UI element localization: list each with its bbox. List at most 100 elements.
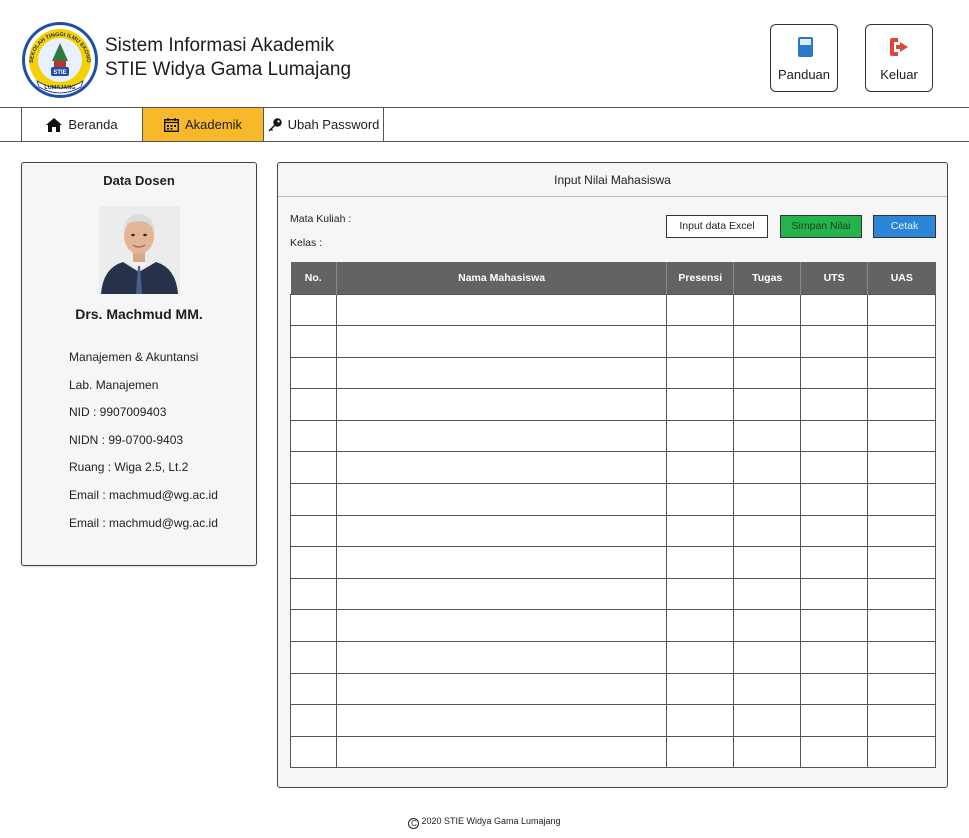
cell-presensi[interactable] — [666, 514, 735, 548]
cell-uas[interactable] — [867, 388, 936, 421]
nav-akademik[interactable]: Akademik — [143, 108, 264, 141]
cell-nama[interactable] — [335, 609, 668, 643]
cell-tugas[interactable] — [733, 735, 802, 769]
cell-no — [290, 325, 337, 358]
table-row — [290, 641, 936, 674]
cell-tugas[interactable] — [733, 609, 802, 643]
cell-nama[interactable] — [335, 577, 668, 611]
cell-nama[interactable] — [335, 704, 668, 737]
panduan-button[interactable]: Panduan — [770, 24, 838, 92]
cell-uts[interactable] — [800, 672, 869, 706]
cell-uas[interactable] — [867, 546, 936, 579]
cell-uas[interactable] — [867, 735, 936, 769]
cetak-button[interactable]: Cetak — [873, 215, 936, 238]
cell-uts[interactable] — [800, 577, 869, 611]
simpan-nilai-button[interactable]: Simpan Nilai — [780, 215, 862, 238]
cell-nama[interactable] — [335, 735, 668, 769]
calendar-icon — [163, 117, 179, 132]
cell-uts[interactable] — [800, 293, 869, 327]
cell-uts[interactable] — [800, 388, 869, 421]
cell-uas[interactable] — [867, 293, 936, 327]
cell-tugas[interactable] — [733, 641, 802, 674]
cell-uas[interactable] — [867, 419, 936, 453]
cell-tugas[interactable] — [733, 672, 802, 706]
cell-nama[interactable] — [335, 672, 668, 706]
cell-presensi[interactable] — [666, 451, 735, 485]
cell-uts[interactable] — [800, 356, 869, 390]
cell-nama[interactable] — [335, 419, 668, 453]
cell-nama[interactable] — [335, 325, 668, 358]
table-row — [290, 419, 936, 453]
cell-nama[interactable] — [335, 483, 668, 516]
cell-nama[interactable] — [335, 546, 668, 579]
cell-tugas[interactable] — [733, 704, 802, 737]
cell-uas[interactable] — [867, 514, 936, 548]
footer: C 2020 STIE Widya Gama Lumajang — [0, 816, 969, 829]
cell-no — [290, 672, 337, 706]
nav-akademik-label: Akademik — [184, 117, 243, 132]
cell-presensi[interactable] — [666, 293, 735, 327]
cell-tugas[interactable] — [733, 325, 802, 358]
cell-presensi[interactable] — [666, 704, 735, 737]
cell-uts[interactable] — [800, 419, 869, 453]
cell-uts[interactable] — [800, 546, 869, 579]
cell-uas[interactable] — [867, 641, 936, 674]
cell-uas[interactable] — [867, 356, 936, 390]
cell-uts[interactable] — [800, 609, 869, 643]
cell-tugas[interactable] — [733, 388, 802, 421]
cell-presensi[interactable] — [666, 609, 735, 643]
cell-uas[interactable] — [867, 325, 936, 358]
cell-presensi[interactable] — [666, 325, 735, 358]
cell-presensi[interactable] — [666, 672, 735, 706]
table-row — [290, 325, 936, 358]
cell-nama[interactable] — [335, 514, 668, 548]
nav-ubah-password[interactable]: Ubah Password — [264, 108, 384, 141]
cell-tugas[interactable] — [733, 577, 802, 611]
cell-uts[interactable] — [800, 735, 869, 769]
cell-uas[interactable] — [867, 483, 936, 516]
cell-uas[interactable] — [867, 704, 936, 737]
cell-presensi[interactable] — [666, 483, 735, 516]
cell-nama[interactable] — [335, 356, 668, 390]
cell-uas[interactable] — [867, 577, 936, 611]
cell-uts[interactable] — [800, 641, 869, 674]
col-header-uts: UTS — [800, 262, 869, 294]
cell-tugas[interactable] — [733, 514, 802, 548]
cell-uts[interactable] — [800, 483, 869, 516]
logout-button[interactable]: Keluar — [865, 24, 933, 92]
lecturer-room: Ruang : Wiga 2.5, Lt.2 — [69, 460, 189, 474]
cell-no — [290, 735, 337, 769]
cell-uts[interactable] — [800, 704, 869, 737]
cell-nama[interactable] — [335, 388, 668, 421]
cell-presensi[interactable] — [666, 641, 735, 674]
cell-presensi[interactable] — [666, 577, 735, 611]
cell-presensi[interactable] — [666, 356, 735, 390]
app-title-line2: STIE Widya Gama Lumajang — [105, 59, 352, 80]
cell-uas[interactable] — [867, 672, 936, 706]
cell-nama[interactable] — [335, 451, 668, 485]
cell-nama[interactable] — [335, 293, 668, 327]
cell-presensi[interactable] — [666, 735, 735, 769]
cell-uts[interactable] — [800, 514, 869, 548]
cell-presensi[interactable] — [666, 546, 735, 579]
cell-uas[interactable] — [867, 451, 936, 485]
cell-tugas[interactable] — [733, 293, 802, 327]
cell-nama[interactable] — [335, 641, 668, 674]
cell-uas[interactable] — [867, 609, 936, 643]
cell-tugas[interactable] — [733, 451, 802, 485]
cell-tugas[interactable] — [733, 356, 802, 390]
nav-beranda[interactable]: Beranda — [21, 108, 143, 141]
cell-presensi[interactable] — [666, 388, 735, 421]
col-header-nama: Nama Mahasiswa — [336, 262, 668, 294]
cell-tugas[interactable] — [733, 419, 802, 453]
cell-tugas[interactable] — [733, 483, 802, 516]
input-excel-button[interactable]: Input data Excel — [666, 215, 768, 238]
cell-uts[interactable] — [800, 451, 869, 485]
cell-presensi[interactable] — [666, 419, 735, 453]
table-row — [290, 672, 936, 706]
cell-tugas[interactable] — [733, 546, 802, 579]
logout-label: Keluar — [880, 67, 918, 82]
col-header-no: No. — [290, 262, 337, 294]
cell-no — [290, 419, 337, 453]
cell-uts[interactable] — [800, 325, 869, 358]
